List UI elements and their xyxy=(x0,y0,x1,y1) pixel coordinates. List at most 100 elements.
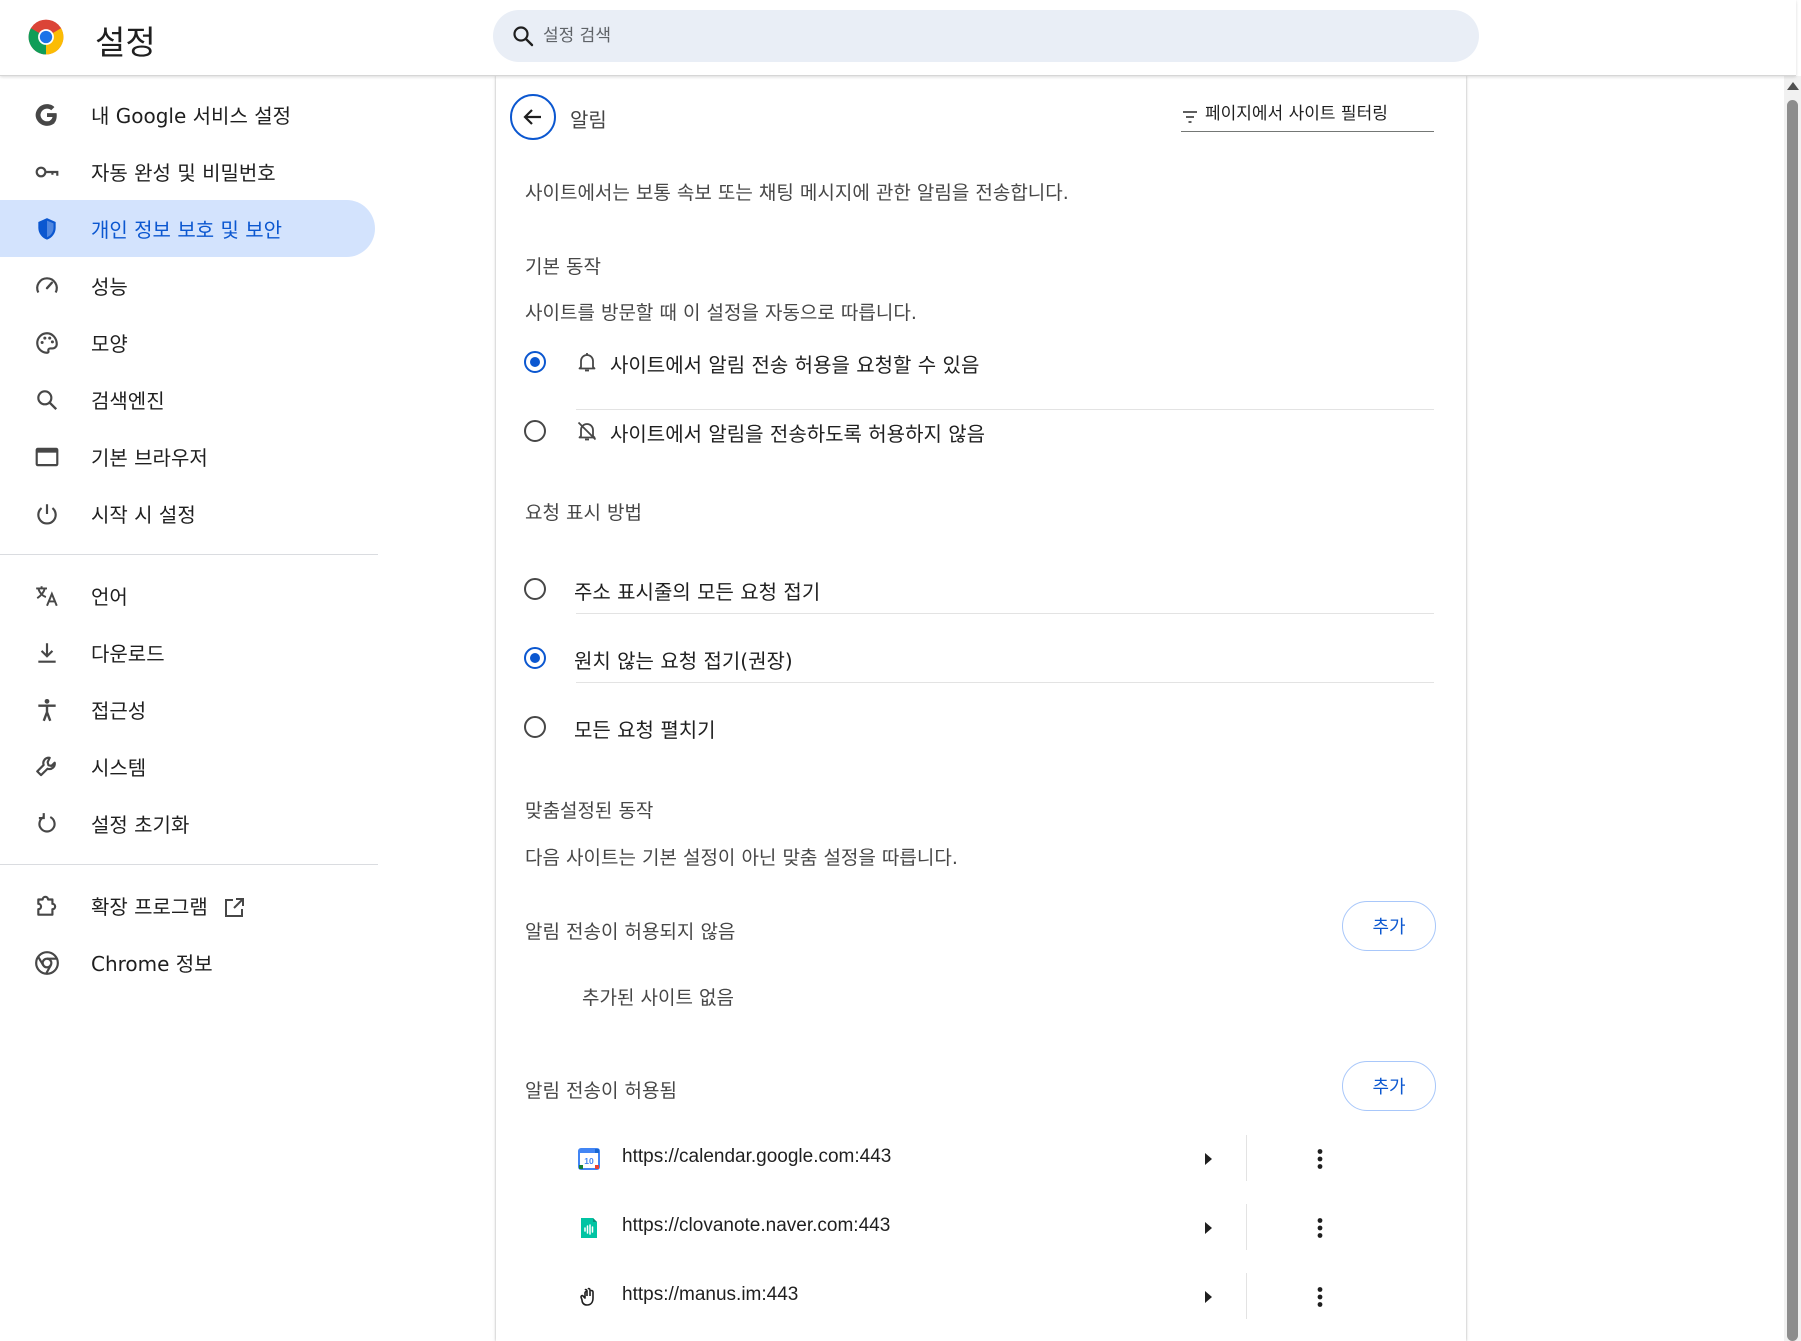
radio-button[interactable] xyxy=(524,578,546,600)
arrow-back-icon xyxy=(523,109,541,125)
radio-button[interactable] xyxy=(524,351,546,373)
manus-icon xyxy=(580,1287,594,1306)
chrome-logo-icon xyxy=(28,19,64,55)
chrome-icon xyxy=(35,951,59,975)
sidebar-item-label: 확장 프로그램 xyxy=(91,894,208,919)
section-title: 알림 xyxy=(570,108,607,132)
sidebar-item-performance[interactable]: 성능 xyxy=(0,257,378,314)
sidebar-item-accessibility[interactable]: 접근성 xyxy=(0,681,378,738)
radio-label: 주소 표시줄의 모든 요청 접기 xyxy=(574,580,821,604)
divider xyxy=(1246,1204,1247,1250)
custom-behavior-heading: 맞춤설정된 동작 xyxy=(525,800,654,822)
sidebar-item-downloads[interactable]: 다운로드 xyxy=(0,624,378,681)
sidebar-item-extensions[interactable]: 확장 프로그램 xyxy=(0,877,378,934)
sidebar-item-label: 모양 xyxy=(91,332,128,356)
row-divider xyxy=(576,682,1434,683)
page-description: 사이트에서는 보통 속보 또는 채팅 메시지에 관한 알림을 전송합니다. xyxy=(525,182,1069,204)
radio-expand-all[interactable]: 모든 요청 펼치기 xyxy=(524,693,1434,761)
sidebar-item-privacy[interactable]: 개인 정보 보호 및 보안 xyxy=(0,200,375,257)
radio-button[interactable] xyxy=(524,716,546,738)
svg-text:10: 10 xyxy=(584,1156,594,1166)
blocked-sites-heading: 알림 전송이 허용되지 않음 xyxy=(525,921,736,943)
sidebar-divider xyxy=(0,554,378,555)
sidebar-item-on-startup[interactable]: 시작 시 설정 xyxy=(0,485,378,542)
default-behavior-description: 사이트를 방문할 때 이 설정을 자동으로 따릅니다. xyxy=(525,302,917,324)
site-row[interactable]: 10 https://calendar.google.com:443 xyxy=(572,1125,1434,1193)
request-display-heading: 요청 표시 방법 xyxy=(525,502,642,524)
radio-button[interactable] xyxy=(524,647,546,669)
radio-allow-ask[interactable]: 사이트에서 알림 전송 허용을 요청할 수 있음 xyxy=(524,328,1434,396)
more-vert-icon[interactable] xyxy=(1304,1143,1336,1175)
accessibility-icon xyxy=(38,698,56,722)
sidebar-item-reset[interactable]: 설정 초기화 xyxy=(0,795,378,852)
sidebar-item-search-engine[interactable]: 검색엔진 xyxy=(0,371,378,428)
shield-icon xyxy=(38,218,56,240)
site-url: https://manus.im:443 xyxy=(622,1284,799,1305)
sidebar-item-label: 시스템 xyxy=(91,756,147,780)
search-input[interactable] xyxy=(543,10,1443,62)
speedometer-icon xyxy=(36,277,58,293)
search-box[interactable] xyxy=(493,10,1479,62)
add-blocked-site-button[interactable]: 추가 xyxy=(1342,901,1436,951)
sidebar-item-system[interactable]: 시스템 xyxy=(0,738,378,795)
sidebar-item-label-wrap: 확장 프로그램 xyxy=(91,891,246,921)
custom-behavior-description: 다음 사이트는 기본 설정이 아닌 맞춤 설정을 따릅니다. xyxy=(525,847,958,869)
reset-icon xyxy=(38,813,56,833)
key-icon xyxy=(35,166,59,178)
site-row[interactable]: https://clovanote.naver.com:443 xyxy=(572,1194,1434,1262)
row-divider xyxy=(576,613,1434,614)
scroll-up-arrow-icon[interactable] xyxy=(1787,82,1799,90)
more-vert-icon[interactable] xyxy=(1304,1281,1336,1313)
sidebar-item-autofill[interactable]: 자동 완성 및 비밀번호 xyxy=(0,143,378,200)
bell-icon xyxy=(578,353,596,372)
sidebar-item-label: 자동 완성 및 비밀번호 xyxy=(91,161,276,185)
extension-icon xyxy=(37,895,57,916)
arrow-right-icon[interactable] xyxy=(1192,1212,1224,1244)
site-filter-input[interactable] xyxy=(1205,98,1433,130)
google-g-icon xyxy=(35,104,57,126)
no-sites-text: 추가된 사이트 없음 xyxy=(582,987,734,1009)
notifications-panel: 알림 사이트에서는 보통 속보 또는 채팅 메시지에 관한 알림을 전송합니다.… xyxy=(496,76,1466,1341)
search-icon xyxy=(37,390,58,411)
radio-label: 원치 않는 요청 접기(권장) xyxy=(574,649,793,673)
sidebar-item-label: 접근성 xyxy=(91,699,147,723)
sidebar-item-label: 다운로드 xyxy=(91,642,165,666)
sidebar-item-languages[interactable]: 언어 xyxy=(0,567,378,624)
scrollbar[interactable] xyxy=(1784,76,1801,1341)
back-button[interactable] xyxy=(510,94,556,140)
radio-label: 사이트에서 알림 전송 허용을 요청할 수 있음 xyxy=(610,353,980,377)
site-filter[interactable] xyxy=(1181,98,1434,132)
wrench-icon xyxy=(36,756,56,777)
more-vert-icon[interactable] xyxy=(1304,1212,1336,1244)
add-allowed-site-button[interactable]: 추가 xyxy=(1342,1061,1436,1111)
download-icon xyxy=(38,643,56,663)
sidebar-item-google-services[interactable]: 내 Google 서비스 설정 xyxy=(0,86,378,143)
top-bar: 설정 xyxy=(0,0,1796,76)
search-icon xyxy=(513,26,534,47)
google-calendar-icon: 10 xyxy=(578,1148,600,1170)
sidebar-item-label: 개인 정보 보호 및 보안 xyxy=(91,218,283,242)
default-behavior-heading: 기본 동작 xyxy=(525,256,601,278)
divider xyxy=(1246,1273,1247,1319)
site-url: https://clovanote.naver.com:443 xyxy=(622,1215,891,1236)
radio-label: 모든 요청 펼치기 xyxy=(574,718,716,742)
page-title: 설정 xyxy=(95,23,156,62)
radio-button[interactable] xyxy=(524,420,546,442)
sidebar-item-appearance[interactable]: 모양 xyxy=(0,314,378,371)
radio-block[interactable]: 사이트에서 알림을 전송하도록 허용하지 않음 xyxy=(524,397,1434,465)
sidebar-item-label: 설정 초기화 xyxy=(91,813,190,837)
sidebar-item-label: Chrome 정보 xyxy=(91,952,213,976)
sidebar-item-about-chrome[interactable]: Chrome 정보 xyxy=(0,934,378,991)
filter-icon xyxy=(1183,111,1197,123)
sidebar-item-default-browser[interactable]: 기본 브라우저 xyxy=(0,428,378,485)
sidebar-divider xyxy=(0,864,378,865)
arrow-right-icon[interactable] xyxy=(1192,1281,1224,1313)
sidebar-item-label: 성능 xyxy=(91,275,128,299)
site-row[interactable]: https://manus.im:443 xyxy=(572,1263,1434,1331)
palette-icon xyxy=(36,332,58,354)
power-icon xyxy=(37,504,57,525)
bell-off-icon xyxy=(577,421,597,441)
arrow-right-icon[interactable] xyxy=(1192,1143,1224,1175)
sidebar-item-label: 기본 브라우저 xyxy=(91,446,208,470)
scrollbar-thumb[interactable] xyxy=(1787,100,1798,1341)
